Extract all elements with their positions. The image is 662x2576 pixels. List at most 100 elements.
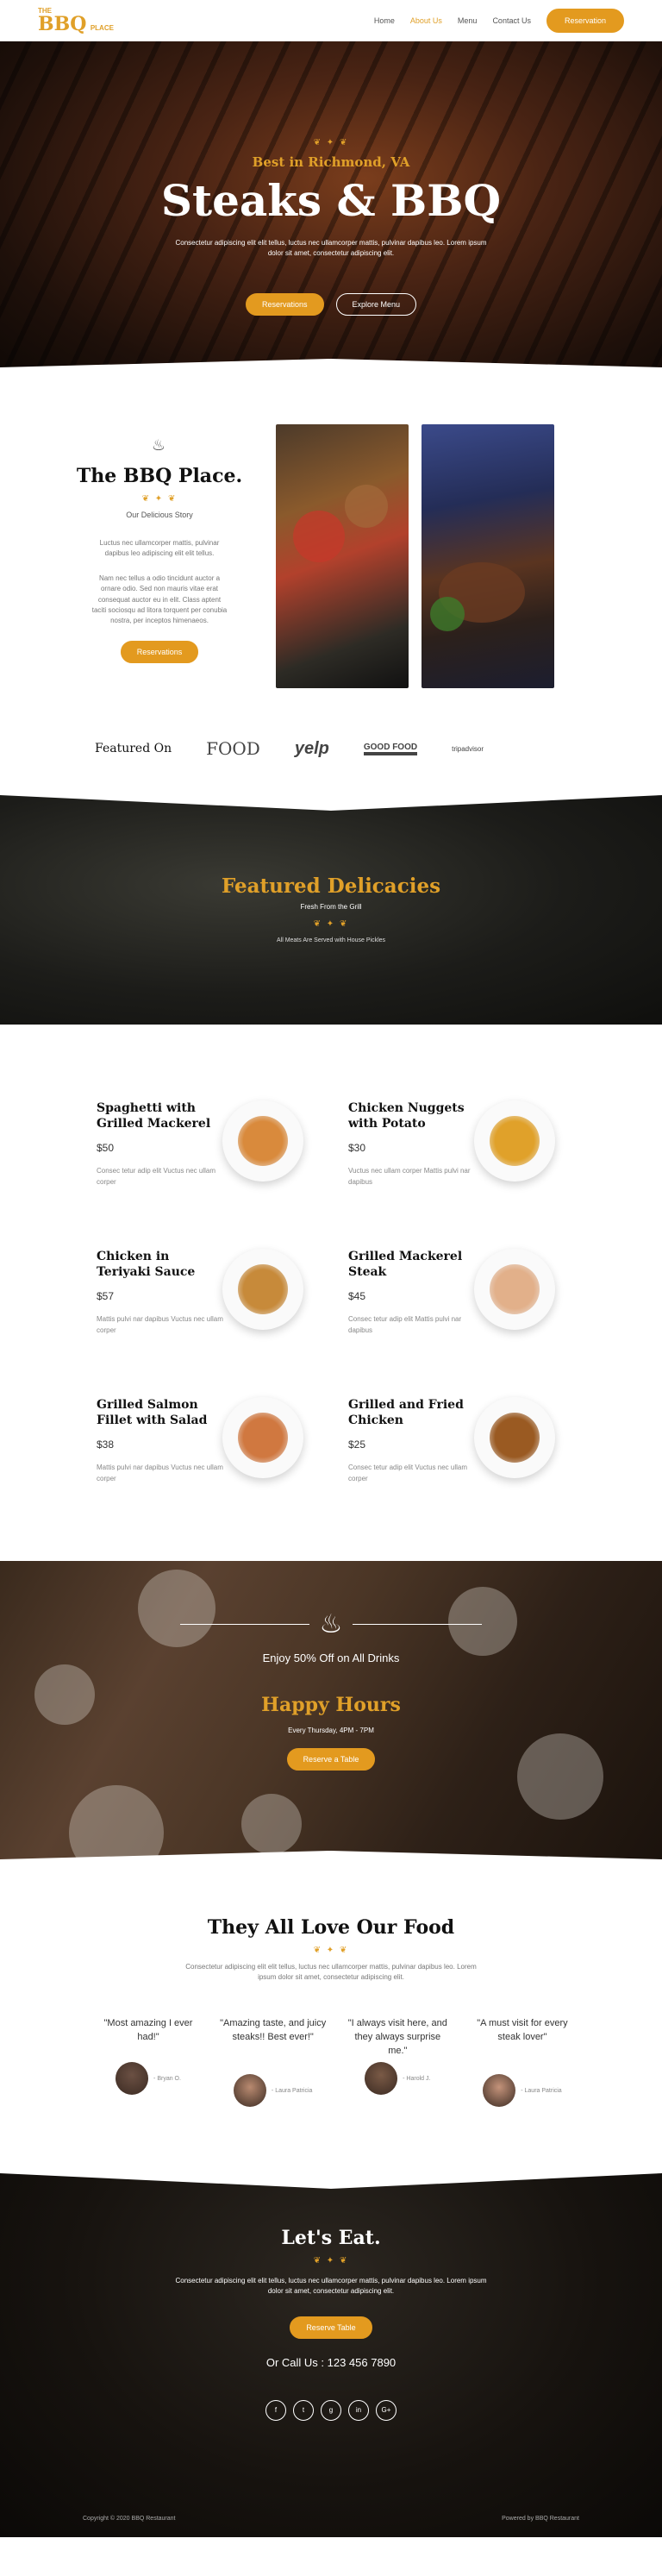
ornament-icon: ❦ ✦ ❦: [313, 1946, 349, 1955]
site-header: THE BBQ PLACE Home About Us Menu Contact…: [0, 0, 662, 41]
nav-menu[interactable]: Menu: [458, 16, 478, 25]
dish-description: Consec tetur adip elit Mattis pulvi nar …: [348, 1315, 462, 1335]
happy-hours-title: Happy Hours: [261, 1694, 401, 1716]
nav-contact-us[interactable]: Contact Us: [492, 16, 531, 25]
explore-menu-button[interactable]: Explore Menu: [335, 293, 417, 316]
testimonial: "Amazing taste, and juicy steaks!! Best …: [220, 2017, 327, 2107]
delicacies-subtitle: Fresh From the Grill: [300, 903, 362, 911]
lamb-chop-photo: [422, 424, 554, 688]
hero-title: Steaks & BBQ: [160, 175, 502, 226]
testimonial: "A must visit for every steak lover" - La…: [469, 2017, 576, 2107]
testimonial-author: - Laura Patricia: [271, 2087, 313, 2094]
menu-item[interactable]: Chicken Nuggets with Potato $30 Vuctus nec…: [348, 1100, 600, 1187]
delicacies-note: All Meats Are Served with House Pickles: [276, 937, 386, 943]
hero-kicker: Best in Richmond, VA: [252, 154, 410, 170]
logo-main: BBQ: [38, 12, 87, 35]
testimonial-quote: "I always visit here, and they always su…: [347, 2018, 447, 2056]
menu-item[interactable]: Chicken in Teriyaki Sauce $57 Mattis pulvi…: [97, 1249, 348, 1335]
dish-photo: [222, 1397, 303, 1478]
dish-photo: [474, 1100, 555, 1181]
testimonial: "Most amazing I ever had!" - Bryan O.: [95, 2017, 202, 2107]
avatar: [483, 2074, 516, 2107]
dish-price: $25: [348, 1438, 366, 1451]
dish-name: Grilled Mackerel Steak: [348, 1250, 463, 1280]
dish-price: $50: [97, 1142, 115, 1155]
featured-label: Featured On: [95, 742, 172, 755]
testimonial: "I always visit here, and they always su…: [344, 2017, 451, 2107]
logo[interactable]: THE BBQ PLACE: [38, 7, 114, 35]
happy-hours-time: Every Thursday, 4PM - 7PM: [288, 1727, 374, 1734]
dish-photo: [474, 1397, 555, 1478]
avatar: [116, 2062, 149, 2095]
skewers-photo: [276, 424, 409, 688]
delicacies-banner: Featured Delicacies Fresh From the Grill…: [0, 792, 662, 1025]
reserve-table-button[interactable]: Reserve Table: [290, 2316, 372, 2339]
menu-item[interactable]: Spaghetti with Grilled Mackerel $50 Consec…: [97, 1100, 348, 1187]
ornament-icon: ❦ ✦ ❦: [141, 494, 178, 504]
dish-name: Chicken in Teriyaki Sauce: [97, 1250, 196, 1280]
call-us-text: Or Call Us : 123 456 7890: [265, 2355, 397, 2369]
dish-description: Vuctus nec ullam corper Mattis pulvi nar…: [348, 1167, 471, 1187]
dish-name: Grilled and Fried Chicken: [348, 1398, 464, 1428]
testimonial-quote: "Amazing taste, and juicy steaks!! Best …: [220, 2018, 327, 2042]
menu-item[interactable]: Grilled and Fried Chicken $25 Consec tetur…: [348, 1397, 600, 1483]
about-reservations-button[interactable]: Reservations: [120, 640, 199, 663]
menu-grid: Spaghetti with Grilled Mackerel $50 Consec…: [0, 1025, 662, 1561]
testimonial-quote: "A must visit for every steak lover": [477, 2018, 568, 2042]
good-food-logo: GOOD FOOD: [363, 743, 418, 755]
reservation-button[interactable]: Reservation: [546, 8, 624, 33]
dish-price: $45: [348, 1290, 366, 1303]
hero-reservations-button[interactable]: Reservations: [245, 293, 324, 316]
facebook-icon[interactable]: f: [265, 2399, 286, 2421]
about-paragraph-1: Luctus nec ullamcorper mattis, pulvinar …: [99, 539, 220, 558]
section-divider: [0, 1851, 662, 1877]
about-subtitle: Our Delicious Story: [126, 511, 193, 519]
lets-eat-section: Let's Eat. ❦ ✦ ❦ Consectetur adipiscing …: [0, 2170, 662, 2537]
tripadvisor-logo: tripadvisor: [452, 744, 484, 753]
menu-item[interactable]: Grilled Mackerel Steak $45 Consec tetur ad…: [348, 1249, 600, 1335]
ornament-icon: ❦ ✦ ❦: [313, 138, 349, 147]
testimonial-author: - Bryan O.: [153, 2075, 181, 2082]
dish-price: $38: [97, 1438, 115, 1451]
dish-description: Consec tetur adip elit Vuctus nec ullam …: [348, 1463, 467, 1483]
dish-name: Chicken Nuggets with Potato: [348, 1101, 465, 1131]
twitter-icon[interactable]: t: [293, 2399, 314, 2421]
google-plus-icon[interactable]: G+: [376, 2399, 397, 2421]
copyright-text: Copyright © 2020 BBQ Restaurant: [83, 2516, 176, 2522]
cta-title: Let's Eat.: [281, 2227, 381, 2249]
testimonial-author: - Laura Patricia: [521, 2087, 562, 2094]
hero-section: ❦ ✦ ❦ Best in Richmond, VA Steaks & BBQ …: [0, 41, 662, 385]
dish-description: Mattis pulvi nar dapibus Vuctus nec ulla…: [97, 1463, 223, 1483]
dish-photo: [222, 1249, 303, 1330]
grill-icon: ♨: [319, 1610, 343, 1639]
nav-home[interactable]: Home: [374, 16, 395, 25]
nav-about-us[interactable]: About Us: [410, 16, 442, 25]
ornament-icon: ❦ ✦ ❦: [313, 919, 349, 929]
yelp-logo: yelp: [294, 738, 329, 758]
food-logo: FOOD: [206, 738, 260, 759]
section-divider: [0, 359, 662, 385]
dish-price: $30: [348, 1142, 366, 1155]
linkedin-icon[interactable]: in: [348, 2399, 369, 2421]
testimonial-quote: "Most amazing I ever had!": [103, 2018, 193, 2042]
grill-icon: ♨: [151, 436, 168, 454]
testimonials-lead: Consectetur adipiscing elit elit tellus,…: [185, 1963, 477, 1981]
social-links: f t g in G+: [0, 2399, 662, 2421]
about-paragraph-2: Nam nec tellus a odio tincidunt auctor a…: [91, 573, 228, 625]
hero-text: Consectetur adipiscing elit elit tellus,…: [175, 239, 487, 257]
testimonial-list: "Most amazing I ever had!" - Bryan O. "Ama…: [0, 1983, 662, 2107]
featured-on: Featured On FOOD yelp GOOD FOOD tripadvi…: [0, 705, 662, 792]
powered-by-text: Powered by BBQ Restaurant: [502, 2516, 579, 2522]
reserve-a-table-button[interactable]: Reserve a Table: [286, 1748, 376, 1771]
dish-price: $57: [97, 1290, 115, 1303]
footer: Copyright © 2020 BBQ Restaurant Powered …: [83, 2516, 579, 2522]
dish-description: Mattis pulvi nar dapibus Vuctus nec ulla…: [97, 1315, 223, 1335]
about-title: The BBQ Place.: [76, 465, 243, 487]
menu-item[interactable]: Grilled Salmon Fillet with Salad $38 Matti…: [97, 1397, 348, 1483]
google-icon[interactable]: g: [321, 2399, 341, 2421]
dish-description: Consec tetur adip elit Vuctus nec ullam …: [97, 1167, 215, 1187]
dish-name: Spaghetti with Grilled Mackerel: [97, 1101, 211, 1131]
delicacies-title: Featured Delicacies: [221, 874, 441, 898]
about-section: ♨ The BBQ Place. ❦ ✦ ❦ Our Delicious Sto…: [0, 385, 662, 705]
testimonials-title: They All Love Our Food: [207, 1916, 455, 1939]
